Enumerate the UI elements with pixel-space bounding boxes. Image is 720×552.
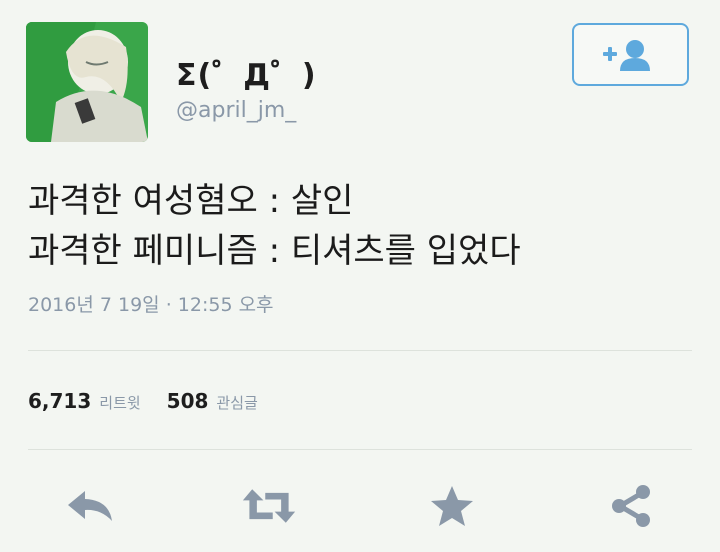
divider xyxy=(28,350,692,351)
follow-button[interactable] xyxy=(572,23,689,86)
tweet-line: 과격한 여성혐오 : 살인 xyxy=(28,181,354,221)
retweet-button[interactable] xyxy=(241,483,297,529)
tweet-stats: 6,713 리트윗 508 관심글 xyxy=(28,389,284,413)
tweet-timestamp[interactable]: 2016년 7 19일 · 12:55 오후 xyxy=(28,290,274,317)
tweet-line: 과격한 페미니즘 : 티셔츠를 입었다 xyxy=(28,231,521,271)
favorite-button[interactable] xyxy=(424,483,480,529)
share-icon xyxy=(612,485,650,527)
retweet-icon xyxy=(242,489,296,523)
user-handle[interactable]: @april_jm_ xyxy=(176,98,296,123)
retweet-count[interactable]: 6,713 xyxy=(28,389,91,413)
reply-icon xyxy=(68,491,112,521)
reply-button[interactable] xyxy=(62,483,118,529)
share-button[interactable] xyxy=(603,483,659,529)
star-icon xyxy=(431,486,473,526)
tweet-card: Σ(゜Д゜) @april_jm_ 과격한 여성혐오 : 살인 과격한 페미니즘… xyxy=(0,0,720,552)
like-count[interactable]: 508 xyxy=(167,389,209,413)
display-name[interactable]: Σ(゜Д゜) xyxy=(176,50,317,94)
tweet-text: 과격한 여성혐오 : 살인 과격한 페미니즘 : 티셔츠를 입었다 xyxy=(28,176,521,276)
retweet-label[interactable]: 리트윗 xyxy=(99,392,140,413)
avatar-illustration xyxy=(26,22,148,142)
divider xyxy=(28,449,692,450)
like-label[interactable]: 관심글 xyxy=(216,392,257,413)
avatar[interactable] xyxy=(26,22,148,142)
follow-user-icon xyxy=(602,39,650,71)
